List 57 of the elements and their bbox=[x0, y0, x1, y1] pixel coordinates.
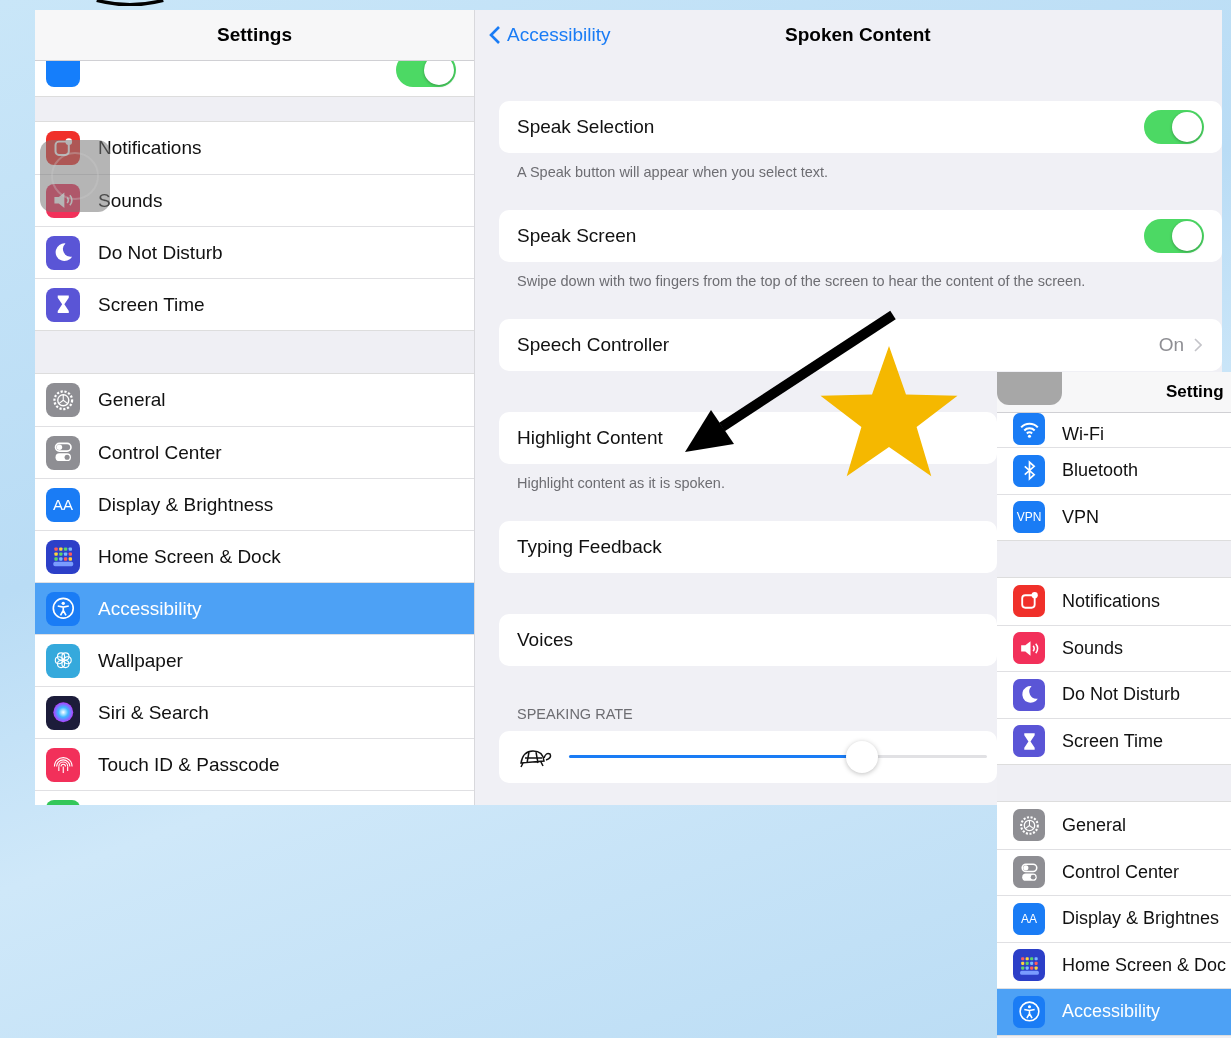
settings-row[interactable]: Typing Feedback bbox=[499, 521, 997, 573]
toggle-switch[interactable] bbox=[1144, 219, 1204, 253]
row-label: Accessibility bbox=[98, 597, 202, 620]
row-label: Wi-Fi bbox=[1062, 424, 1104, 445]
text-size-icon: AA bbox=[46, 487, 80, 522]
toggle-switch[interactable] bbox=[1144, 110, 1204, 144]
row-description: Swipe down with two fingers from the top of the screen to hear the content of the screen. bbox=[517, 272, 1086, 290]
row-label: Speak Screen bbox=[517, 225, 637, 247]
row-label: Accessibility bbox=[1062, 1001, 1161, 1023]
row-label: Wallpaper bbox=[98, 649, 183, 672]
slider-thumb[interactable] bbox=[845, 741, 878, 773]
back-chevron-icon bbox=[489, 25, 501, 45]
arc bbox=[95, 0, 165, 6]
page-title: Spoken Content bbox=[785, 24, 931, 46]
notification-icon bbox=[46, 131, 80, 165]
row-label: Siri & Search bbox=[98, 701, 209, 724]
settings-row[interactable]: Speech Controller On bbox=[499, 319, 1222, 371]
vpn-icon: VPN bbox=[1013, 501, 1045, 534]
row-label: Notifications bbox=[98, 137, 202, 159]
row-label: Display & Brightnes bbox=[1062, 908, 1220, 930]
toggle-switch[interactable] bbox=[396, 61, 456, 87]
row-label: VPN bbox=[1062, 506, 1099, 528]
assistive-touch-button[interactable] bbox=[997, 372, 1062, 405]
row-label: Bluetooth bbox=[1062, 460, 1139, 482]
sidebar-title: Setting bbox=[1166, 382, 1224, 402]
row-description: A Speak button will appear when you select text. bbox=[517, 163, 829, 181]
row-label: Screen Time bbox=[98, 293, 205, 316]
row-label: Highlight Content bbox=[517, 427, 663, 449]
row-label: Typing Feedback bbox=[517, 536, 662, 558]
row-label: Screen Time bbox=[1062, 730, 1164, 752]
row-label: Control Center bbox=[1062, 861, 1180, 883]
row-label: Voices bbox=[517, 629, 573, 651]
text-size-icon: AA bbox=[1013, 902, 1045, 935]
slider-track[interactable] bbox=[569, 741, 987, 773]
row-label: General bbox=[1062, 814, 1127, 836]
row-label: Home Screen & Dock bbox=[98, 545, 281, 568]
row-label: Speak Selection bbox=[517, 116, 655, 138]
row-description: Highlight content as it is spoken. bbox=[517, 474, 725, 492]
row-label: Notifications bbox=[1062, 590, 1161, 612]
row-label: Do Not Disturb bbox=[1062, 684, 1181, 706]
row-label: Touch ID & Passcode bbox=[98, 753, 280, 776]
back-button[interactable]: Accessibility bbox=[475, 24, 611, 46]
settings-row[interactable]: Voices bbox=[499, 614, 997, 666]
row-label: Sounds bbox=[1062, 637, 1124, 659]
row-label: Speech Controller bbox=[517, 334, 670, 356]
settings-row[interactable]: Speak Screen bbox=[499, 210, 1222, 262]
row-label: Display & Brightness bbox=[98, 493, 274, 516]
section-header: SPEAKING RATE bbox=[517, 706, 634, 723]
settings-row[interactable]: Speak Selection bbox=[499, 101, 1222, 153]
row-label: General bbox=[98, 389, 166, 411]
row-value: On bbox=[1158, 334, 1184, 356]
row-label: Do Not Disturb bbox=[98, 241, 223, 264]
row-label: Control Center bbox=[98, 441, 222, 464]
sidebar-title: Settings bbox=[217, 24, 292, 46]
row-label: Sounds bbox=[98, 189, 163, 212]
row-label: Home Screen & Doc bbox=[1062, 954, 1227, 976]
chevron-icon bbox=[1194, 338, 1202, 352]
